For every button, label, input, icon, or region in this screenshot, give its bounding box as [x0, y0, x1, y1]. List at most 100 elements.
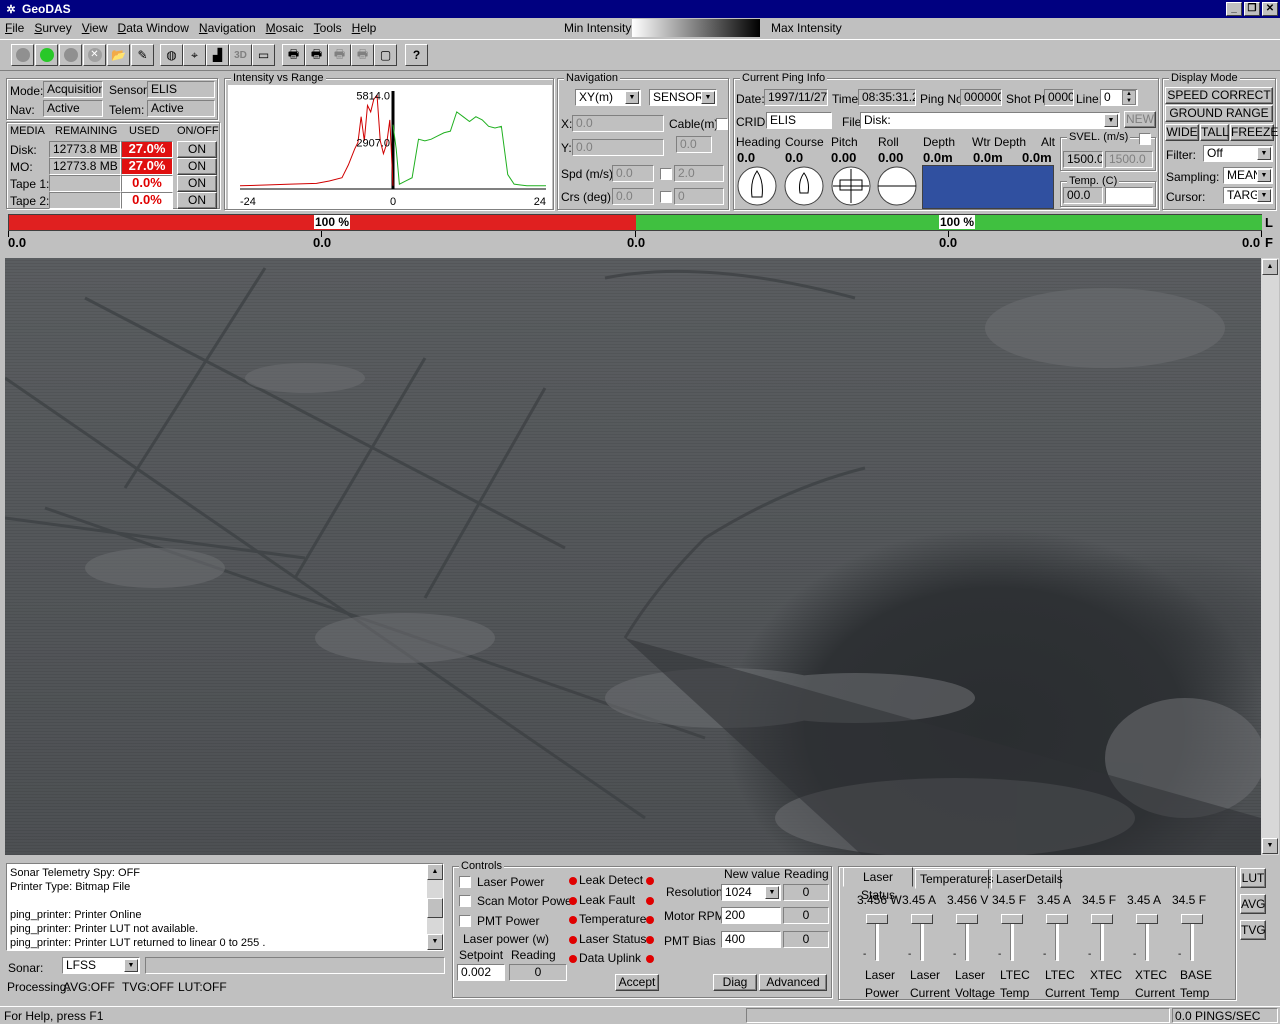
laser-channel-slider[interactable] — [1001, 914, 1023, 924]
tab-temperatures[interactable]: Temperatures — [915, 869, 993, 889]
media-row-name: Tape 2: — [10, 194, 50, 208]
file-select[interactable]: Disk: ▼ — [860, 112, 1120, 129]
sonar-image[interactable] — [5, 258, 1261, 855]
advanced-button[interactable]: Advanced — [759, 974, 827, 991]
resolution-select[interactable]: 1024 ▼ — [721, 884, 781, 901]
line-spinner-arrows[interactable]: ▲ ▼ — [1122, 90, 1136, 105]
wtrdepth-value: 0.0m — [973, 150, 1003, 165]
menu-survey[interactable]: Survey — [29, 21, 76, 35]
pitch-value: 0.00 — [831, 150, 857, 165]
crid-input[interactable]: ELIS — [766, 112, 832, 129]
tab-laser-status[interactable]: Laser Status — [843, 867, 913, 902]
tall-button[interactable]: TALL — [1200, 124, 1229, 141]
print-setup-icon[interactable]: 🖶 — [305, 44, 328, 66]
pause-icon[interactable] — [59, 44, 82, 66]
pmt-power-checkbox[interactable] — [459, 915, 471, 927]
minimize-button[interactable]: _ — [1226, 2, 1242, 16]
print-disabled2-icon[interactable]: 🖶 — [351, 44, 374, 66]
message-log[interactable]: Sonar Telemetry Spy: OFF Printer Type: Bi… — [6, 863, 444, 951]
ground-range-button[interactable]: GROUND RANGE — [1165, 105, 1273, 122]
window-icon[interactable]: ▭ — [252, 44, 275, 66]
record-off-icon[interactable] — [11, 44, 34, 66]
3d-icon[interactable]: 3D — [229, 44, 252, 66]
roll-value: 0.00 — [878, 150, 904, 165]
print-icon[interactable]: 🖶 — [282, 44, 305, 66]
speed-correct-button[interactable]: SPEED CORRECT — [1165, 87, 1273, 104]
sonar-scrollbar[interactable]: ▲ ▼ — [1261, 258, 1279, 855]
log-scrollbar[interactable]: ▲ ▼ — [427, 864, 443, 950]
laser-channel-slider[interactable] — [866, 914, 888, 924]
globe-icon[interactable]: ◍ — [160, 44, 183, 66]
cursor-label: Cursor: — [1166, 190, 1206, 204]
log-scroll-thumb[interactable] — [427, 898, 443, 918]
menu-file[interactable]: File — [0, 21, 29, 35]
media-row-toggle-button[interactable]: ON — [177, 192, 217, 209]
media-row-toggle-button[interactable]: ON — [177, 158, 217, 175]
laser-channel-slider[interactable] — [1181, 914, 1203, 924]
laser-power-checkbox[interactable] — [459, 876, 471, 888]
filter-select[interactable]: Off ▼ — [1203, 145, 1273, 162]
laser-channel-slider[interactable] — [1136, 914, 1158, 924]
cursor-select[interactable]: TARG ▼ — [1223, 187, 1273, 204]
menu-help[interactable]: Help — [347, 21, 382, 35]
menu-mosaic[interactable]: Mosaic — [261, 21, 309, 35]
menu-data-window[interactable]: Data Window — [113, 21, 194, 35]
svel-checkbox[interactable] — [1139, 133, 1151, 145]
heading-gauge-icon — [737, 166, 777, 206]
indicator-led-right — [646, 955, 654, 963]
laser-channel-slider[interactable] — [956, 914, 978, 924]
crs-checkbox[interactable] — [660, 191, 672, 203]
sonar-select[interactable]: LFSS ▼ — [62, 957, 140, 974]
scroll-up-icon[interactable]: ▲ — [427, 864, 443, 880]
tvg-button[interactable]: TVG — [1240, 920, 1266, 940]
new-file-button[interactable]: NEW — [1124, 111, 1156, 128]
accept-button[interactable]: Accept — [615, 974, 659, 991]
projection-select[interactable]: XY(m) ▼ — [575, 89, 641, 106]
menu-navigation[interactable]: Navigation — [194, 21, 261, 35]
laser-channel-slider[interactable] — [911, 914, 933, 924]
crs-setpoint[interactable]: 0 — [674, 188, 724, 205]
temp-input[interactable] — [1105, 187, 1153, 204]
media-row-toggle-button[interactable]: ON — [177, 141, 217, 158]
laser-channel-tick: - — [998, 949, 1002, 960]
close-button[interactable]: ✕ — [1262, 2, 1278, 16]
wide-button[interactable]: WIDE — [1165, 124, 1199, 141]
pmt-bias-input[interactable]: 400 — [721, 931, 781, 948]
laser-channel-slider[interactable] — [1091, 914, 1113, 924]
svel-setpoint[interactable]: 1500.0 — [1105, 151, 1153, 168]
tab-laser-details[interactable]: LaserDetails — [991, 869, 1063, 889]
scan-motor-checkbox[interactable] — [459, 895, 471, 907]
help-icon[interactable]: ? — [405, 44, 428, 66]
intensity-chart: 5814.0 2907.0 -24 0 24 — [228, 85, 552, 209]
edit-icon[interactable]: ✎ — [131, 44, 154, 66]
restore-button[interactable]: ❐ — [1244, 2, 1260, 16]
scroll-down-icon[interactable]: ▼ — [427, 934, 443, 950]
media-row-toggle-button[interactable]: ON — [177, 175, 217, 192]
diag-button[interactable]: Diag — [713, 974, 757, 991]
reading-header: Reading — [784, 867, 829, 881]
spd-checkbox[interactable] — [660, 168, 672, 180]
scroll-down-icon[interactable]: ▼ — [1262, 838, 1278, 854]
spd-setpoint[interactable]: 2.0 — [674, 165, 724, 182]
app-icon: ✲ — [6, 3, 16, 16]
lut-button[interactable]: LUT — [1240, 868, 1266, 888]
setpoint-input[interactable]: 0.002 — [457, 964, 505, 981]
avg-button[interactable]: AVG — [1240, 894, 1266, 914]
cable-checkbox[interactable] — [716, 118, 728, 130]
print-disabled-icon[interactable]: 🖶 — [328, 44, 351, 66]
record-on-icon[interactable] — [35, 44, 58, 66]
source-select[interactable]: SENSOR ▼ — [649, 89, 717, 106]
laser-channel-slider[interactable] — [1046, 914, 1068, 924]
scroll-up-icon[interactable]: ▲ — [1262, 259, 1278, 275]
sonar-features — [5, 267, 1261, 855]
open-folder-icon[interactable]: 📂 — [107, 44, 130, 66]
menu-tools[interactable]: Tools — [309, 21, 347, 35]
menu-view[interactable]: View — [77, 21, 113, 35]
motor-rpm-input[interactable]: 200 — [721, 907, 781, 924]
sampling-select[interactable]: MEAN ▼ — [1223, 167, 1273, 184]
frame-icon[interactable]: ▢ — [374, 44, 397, 66]
histogram-icon[interactable]: ▟ — [206, 44, 229, 66]
stop-icon[interactable]: ✕ — [83, 44, 106, 66]
crosshair-icon[interactable]: ⌖ — [183, 44, 206, 66]
freeze-button[interactable]: FREEZE — [1230, 124, 1278, 141]
